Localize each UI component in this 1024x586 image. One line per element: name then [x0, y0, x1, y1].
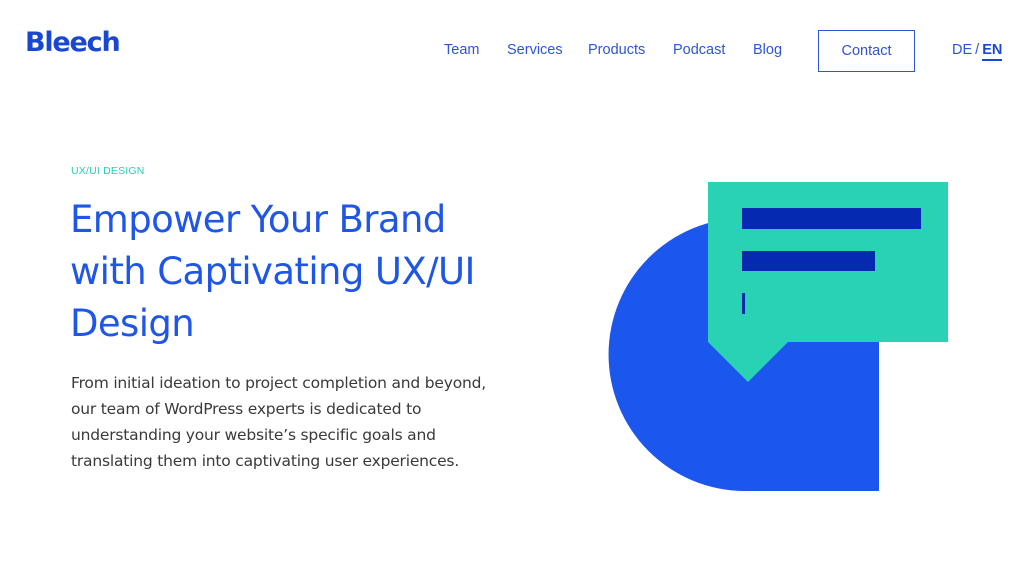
- hero-description: From initial ideation to project complet…: [71, 370, 541, 474]
- hero-eyebrow: UX/UI DESIGN: [71, 165, 145, 177]
- headline-line: with Captivating UX/UI: [70, 250, 475, 293]
- description-line: understanding your website’s specific go…: [71, 426, 436, 444]
- hero-headline: Empower Your Brand with Captivating UX/U…: [70, 194, 540, 350]
- language-de[interactable]: DE: [952, 42, 972, 58]
- nav-link-blog[interactable]: Blog: [753, 42, 782, 58]
- text-cursor-icon: [742, 293, 745, 314]
- headline-line: Design: [70, 302, 195, 345]
- blue-half-circle-shape: [608, 218, 879, 491]
- bubble-text-line: [742, 208, 921, 229]
- headline-line: Empower Your Brand: [70, 198, 446, 241]
- description-line: our team of WordPress experts is dedicat…: [71, 400, 422, 418]
- nav-link-team[interactable]: Team: [444, 42, 479, 58]
- contact-button[interactable]: Contact: [818, 30, 915, 72]
- description-line: From initial ideation to project complet…: [71, 374, 487, 392]
- language-en[interactable]: EN: [982, 42, 1003, 61]
- description-line: translating them into captivating user e…: [71, 452, 460, 470]
- language-switcher: DE / EN: [952, 42, 1003, 61]
- language-separator: /: [975, 42, 980, 58]
- nav-link-services[interactable]: Services: [507, 42, 563, 58]
- bubble-text-line: [742, 251, 875, 271]
- chat-bubble-icon: [708, 182, 948, 382]
- main-nav: Team Services Products Podcast Blog Cont…: [0, 0, 1024, 100]
- nav-link-products[interactable]: Products: [588, 42, 645, 58]
- nav-link-podcast[interactable]: Podcast: [673, 42, 725, 58]
